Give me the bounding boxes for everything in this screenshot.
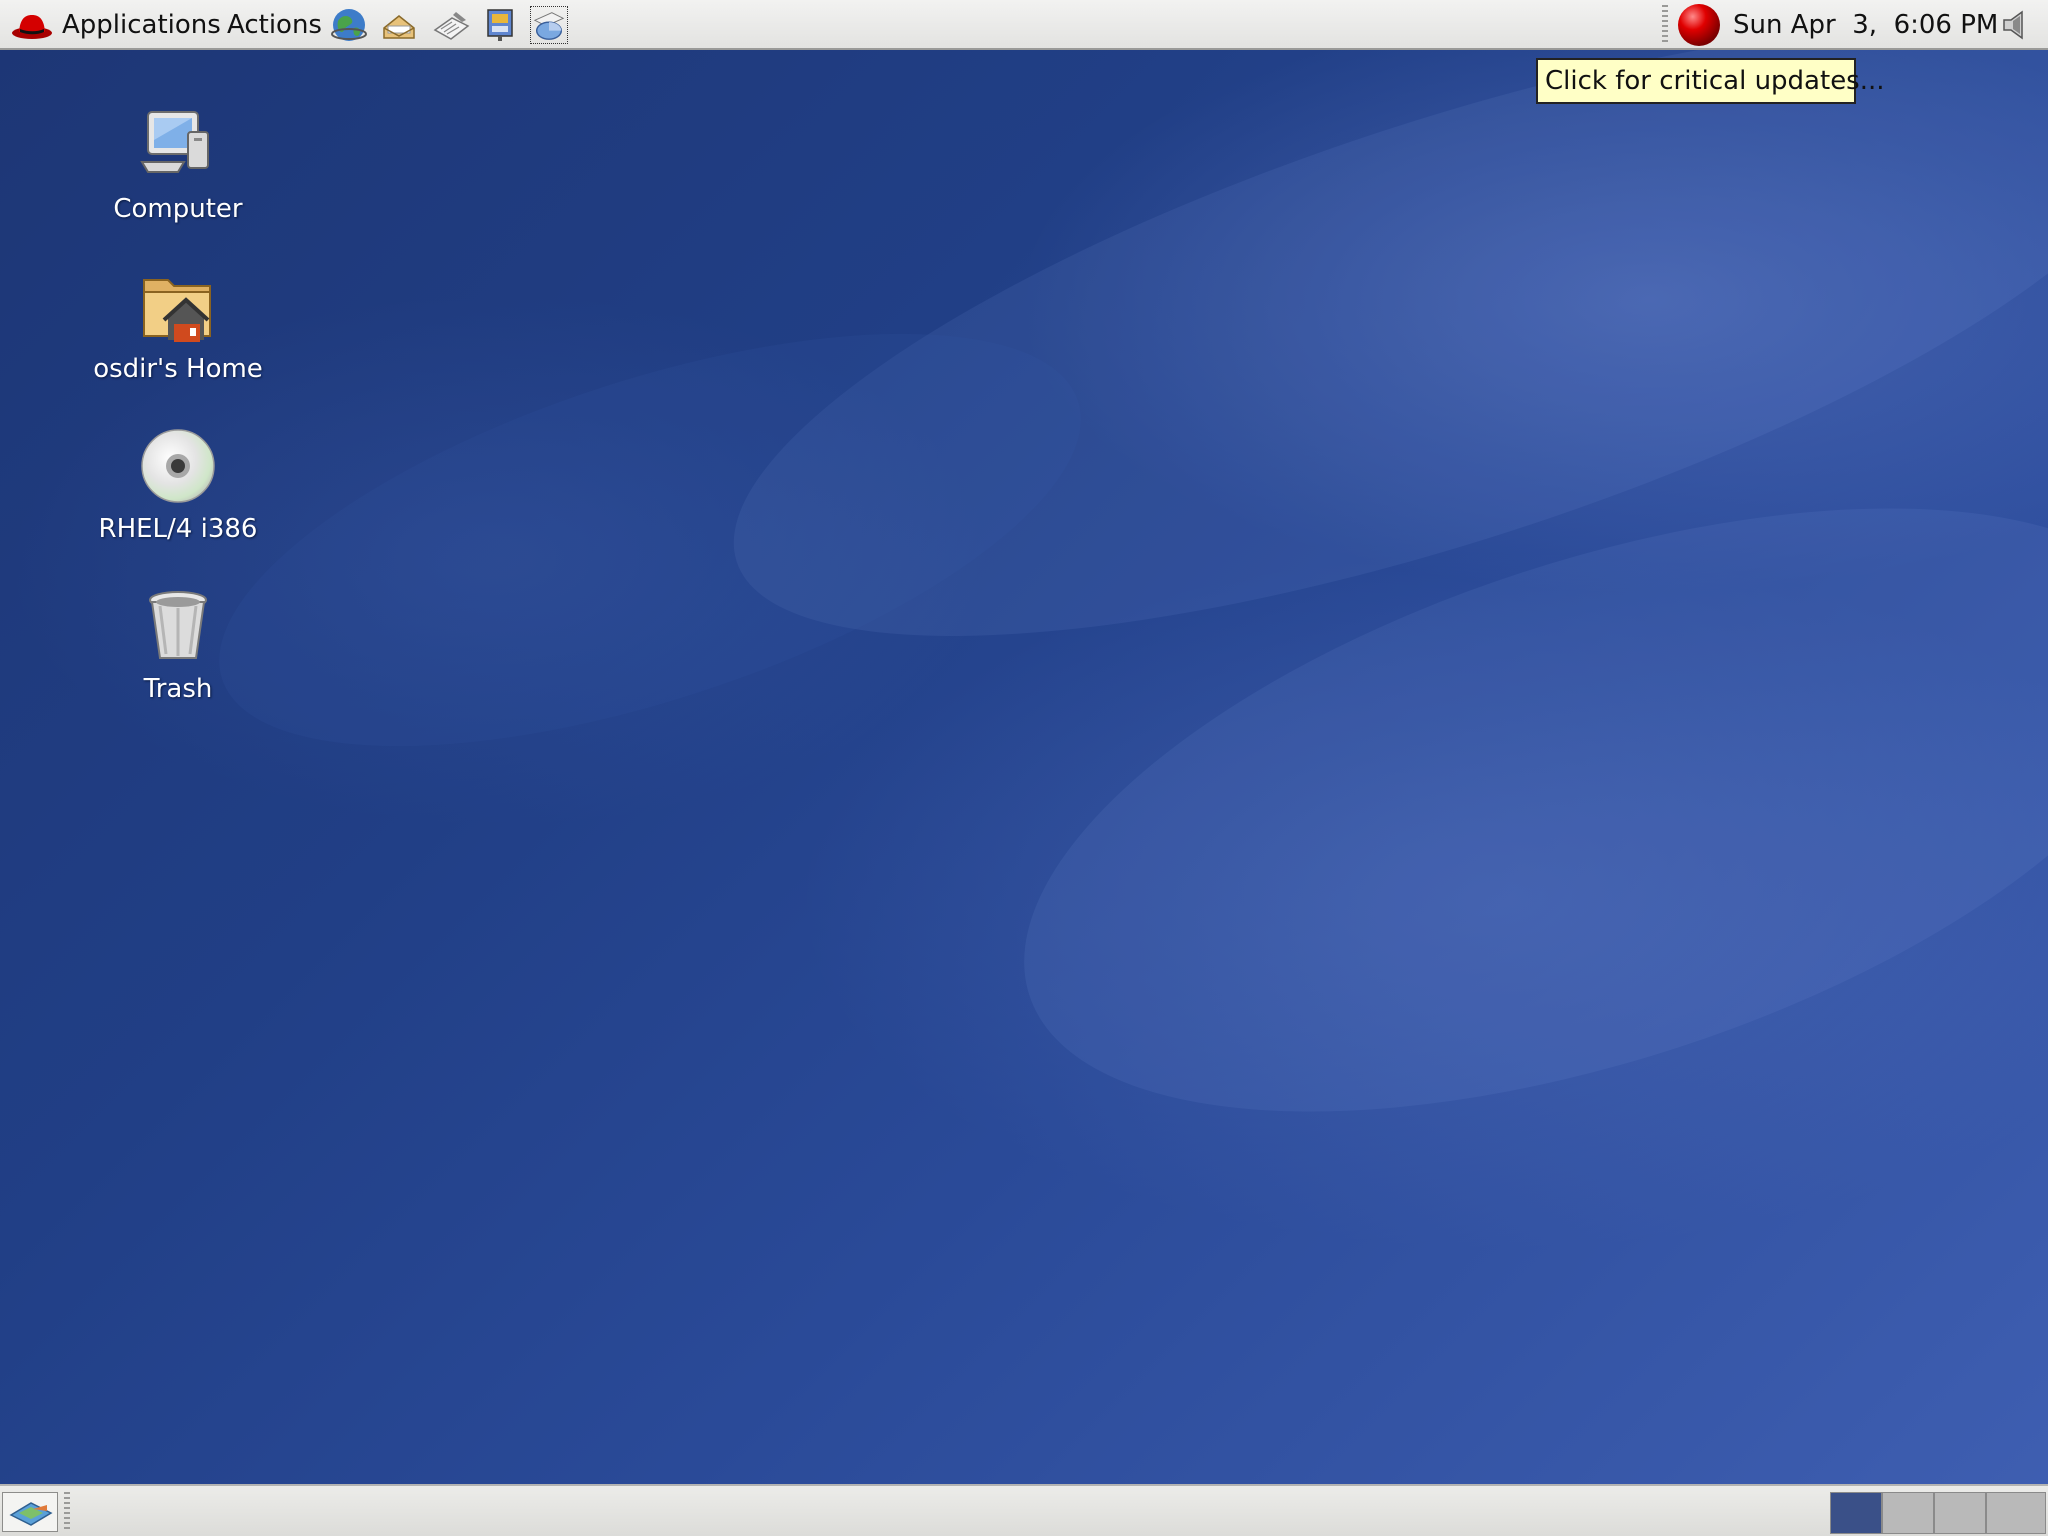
workspace-4[interactable] bbox=[1986, 1492, 2046, 1534]
actions-menu[interactable]: Actions bbox=[227, 0, 322, 50]
desktop-icon-computer[interactable]: Computer bbox=[78, 106, 278, 224]
critical-updates-tooltip: Click for critical updates... bbox=[1536, 58, 1885, 104]
cd-rom-icon bbox=[138, 426, 218, 506]
clock[interactable]: Sun Apr 3, 6:06 PM bbox=[1733, 0, 1998, 50]
workspace-3[interactable] bbox=[1934, 1492, 1986, 1534]
desktop-icon-label: osdir's Home bbox=[93, 354, 263, 384]
desktop-background[interactable] bbox=[0, 0, 2048, 1536]
trash-icon bbox=[138, 586, 218, 666]
bottom-panel bbox=[0, 1484, 2048, 1536]
show-desktop-button[interactable] bbox=[2, 1492, 58, 1532]
show-desktop-icon bbox=[9, 1502, 53, 1526]
volume-icon[interactable] bbox=[2000, 9, 2034, 41]
office-presentation-icon[interactable] bbox=[482, 6, 520, 44]
computer-icon bbox=[138, 106, 218, 186]
desktop-icon-label: Computer bbox=[113, 194, 243, 224]
desktop-icon-trash[interactable]: Trash bbox=[78, 586, 278, 704]
applications-menu[interactable]: Applications bbox=[62, 0, 221, 50]
desktop-icon-cdrom[interactable]: RHEL/4 i386 bbox=[78, 426, 278, 544]
top-panel: Applications Actions Sun Apr 3, 6:06 PM bbox=[0, 0, 2048, 50]
panel-grip[interactable] bbox=[1662, 5, 1668, 45]
home-folder-icon bbox=[138, 266, 218, 346]
workspace-1[interactable] bbox=[1830, 1492, 1882, 1534]
email-icon[interactable] bbox=[380, 6, 418, 44]
redhat-menu-icon[interactable] bbox=[10, 8, 54, 42]
office-writer-icon[interactable] bbox=[432, 6, 470, 44]
desktop-icon-label: RHEL/4 i386 bbox=[98, 514, 258, 544]
desktop-icon-home[interactable]: osdir's Home bbox=[78, 266, 278, 384]
office-calc-icon[interactable] bbox=[530, 6, 568, 44]
desktop-icon-label: Trash bbox=[143, 674, 213, 704]
workspace-2[interactable] bbox=[1882, 1492, 1934, 1534]
panel-grip[interactable] bbox=[64, 1492, 70, 1532]
update-status-icon[interactable] bbox=[1676, 2, 1722, 48]
web-browser-icon[interactable] bbox=[330, 6, 368, 44]
